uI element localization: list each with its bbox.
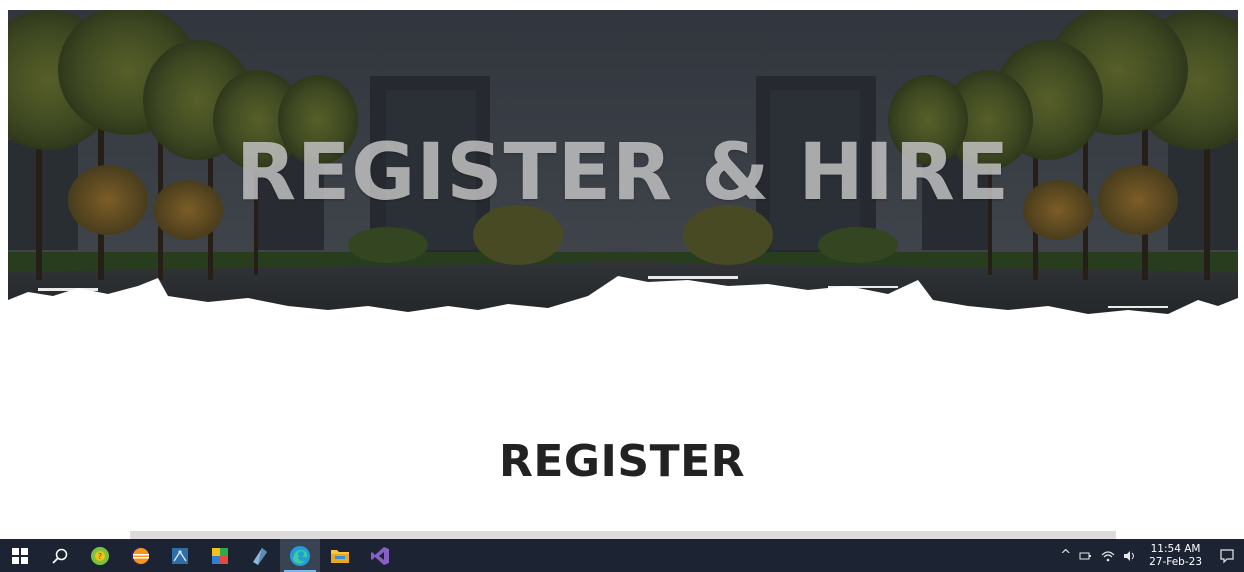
power-plug-icon[interactable] xyxy=(1075,550,1097,562)
chevron-up-icon[interactable]: ^ xyxy=(1056,548,1075,563)
system-tray: ^ 11:54 AM 27-Feb-23 xyxy=(1056,539,1244,572)
clock-date: 27-Feb-23 xyxy=(1149,555,1202,568)
clock-time: 11:54 AM xyxy=(1150,542,1201,555)
search-icon[interactable] xyxy=(40,539,80,572)
volume-icon[interactable] xyxy=(1119,550,1141,562)
hero-title: REGISTER & HIRE xyxy=(235,128,1011,218)
diamond-app-icon[interactable] xyxy=(240,539,280,572)
visual-studio-icon[interactable] xyxy=(360,539,400,572)
network-app-icon[interactable] xyxy=(160,539,200,572)
taskbar-clock[interactable]: 11:54 AM 27-Feb-23 xyxy=(1141,543,1210,569)
notification-icon[interactable] xyxy=(1210,539,1244,572)
eclipse-icon[interactable] xyxy=(120,539,160,572)
wifi-icon[interactable] xyxy=(1097,550,1119,562)
page: REGISTER & HIRE REGISTER ? ^ 11:54 AM 27… xyxy=(0,0,1244,572)
start-icon[interactable] xyxy=(0,539,40,572)
file-explorer-icon[interactable] xyxy=(320,539,360,572)
tools-app-icon[interactable] xyxy=(200,539,240,572)
hero-banner: REGISTER & HIRE xyxy=(8,10,1238,332)
svg-text:?: ? xyxy=(98,552,102,561)
green-app-icon[interactable]: ? xyxy=(80,539,120,572)
register-heading: REGISTER xyxy=(498,436,746,487)
edge-icon[interactable] xyxy=(280,539,320,572)
windows-taskbar: ? ^ 11:54 AM 27-Feb-23 xyxy=(0,539,1244,572)
